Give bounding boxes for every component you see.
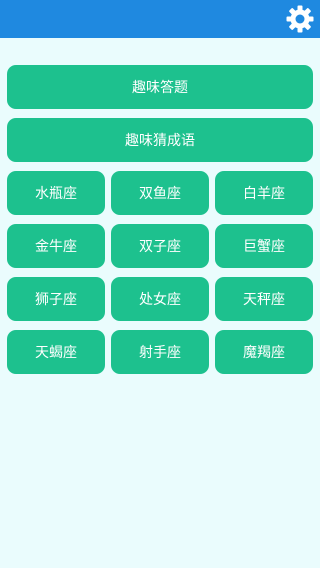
zodiac-leo-button[interactable]: 狮子座: [7, 277, 105, 321]
zodiac-capricorn-button[interactable]: 魔羯座: [215, 330, 313, 374]
settings-button[interactable]: [285, 4, 315, 34]
zodiac-virgo-button[interactable]: 处女座: [111, 277, 209, 321]
zodiac-grid: 水瓶座 双鱼座 白羊座 金牛座 双子座 巨蟹座 狮子座 处女座 天秤座 天蝎座 …: [7, 171, 313, 374]
zodiac-cancer-button[interactable]: 巨蟹座: [215, 224, 313, 268]
zodiac-sagittarius-button[interactable]: 射手座: [111, 330, 209, 374]
quiz-button[interactable]: 趣味答题: [7, 65, 313, 109]
gear-icon: [286, 5, 314, 33]
zodiac-libra-button[interactable]: 天秤座: [215, 277, 313, 321]
zodiac-aries-button[interactable]: 白羊座: [215, 171, 313, 215]
zodiac-pisces-button[interactable]: 双鱼座: [111, 171, 209, 215]
zodiac-taurus-button[interactable]: 金牛座: [7, 224, 105, 268]
main-menu: 趣味答题 趣味猜成语 水瓶座 双鱼座 白羊座 金牛座 双子座 巨蟹座 狮子座 处…: [7, 65, 313, 374]
zodiac-scorpio-button[interactable]: 天蝎座: [7, 330, 105, 374]
idiom-guess-button[interactable]: 趣味猜成语: [7, 118, 313, 162]
zodiac-aquarius-button[interactable]: 水瓶座: [7, 171, 105, 215]
zodiac-gemini-button[interactable]: 双子座: [111, 224, 209, 268]
top-app-bar: [0, 0, 320, 38]
